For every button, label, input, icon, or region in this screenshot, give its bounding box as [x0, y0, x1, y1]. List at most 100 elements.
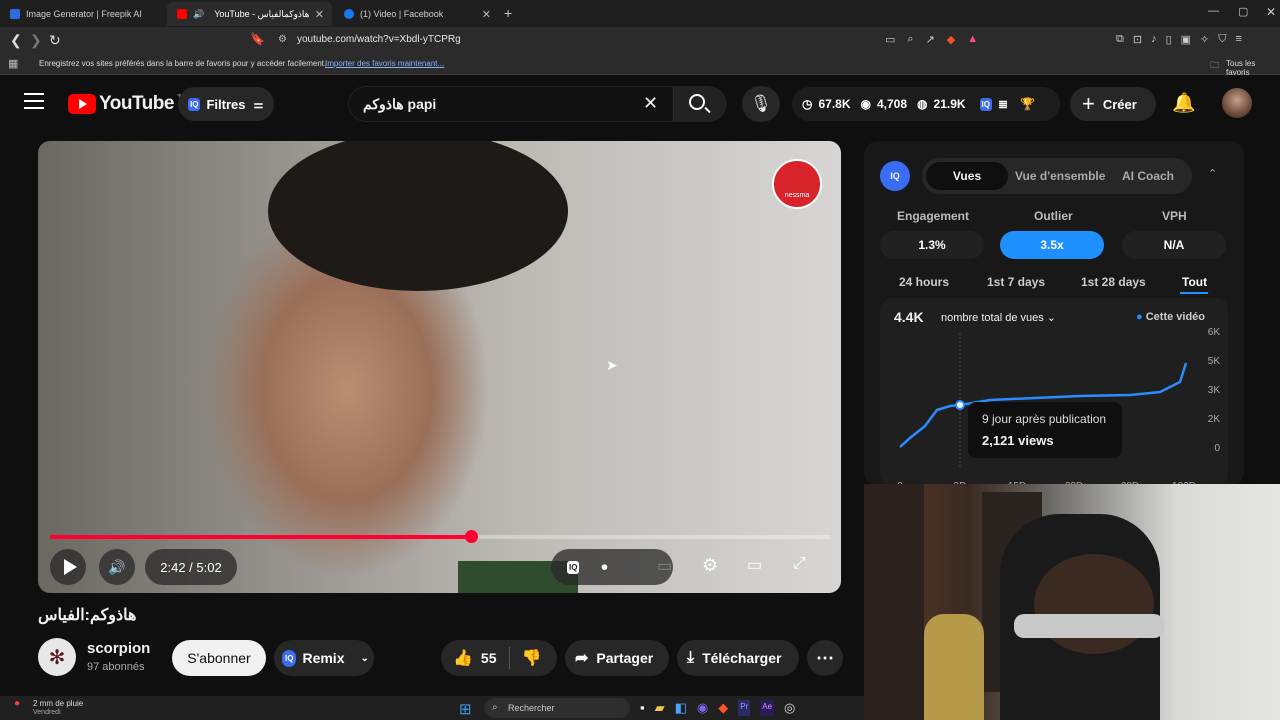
- taskbar-search[interactable]: ⌕ Rechercher: [484, 698, 630, 718]
- minimize-icon[interactable]: —: [1208, 5, 1219, 17]
- brave-shield-icon[interactable]: ◆: [947, 33, 955, 46]
- close-tab-icon[interactable]: ✕: [482, 8, 491, 21]
- iq-badge-icon[interactable]: IQ: [979, 97, 992, 111]
- forward-icon[interactable]: ❯: [30, 32, 42, 49]
- windows-taskbar: ● 2 mm de pluie Vendredi ⊞ ⌕ Rechercher …: [0, 696, 864, 720]
- bookmarks-bar: ▦ Enregistrez vos sites préférés dans la…: [0, 53, 1280, 77]
- youtube-favicon-icon: [177, 9, 187, 19]
- notifications-bell-icon[interactable]: 🔔: [1172, 91, 1196, 115]
- range-28d[interactable]: 1st 28 days: [1081, 275, 1146, 289]
- chart-tooltip: 9 jour après publication 2,121 views: [968, 402, 1122, 458]
- search-button[interactable]: [673, 87, 727, 121]
- range-7d[interactable]: 1st 7 days: [987, 275, 1045, 289]
- weather-text[interactable]: 2 mm de pluie: [33, 699, 83, 708]
- obs-icon[interactable]: ◎: [784, 700, 795, 716]
- iq-logo-icon: IQ: [880, 161, 910, 191]
- reload-icon[interactable]: ↻: [49, 32, 61, 49]
- new-tab-icon[interactable]: +: [504, 5, 512, 21]
- close-window-icon[interactable]: ✕: [1266, 5, 1276, 19]
- address-bar-row: ❮ ❯ ↻ 🔖 ⚙ youtube.com/watch?v=Xbdl-yTCPR…: [0, 27, 1280, 53]
- settings-gear-icon[interactable]: ⚙: [702, 555, 718, 576]
- tab-title: YouTube - هاذوكمالفياس: [214, 8, 310, 19]
- range-all[interactable]: Tout: [1182, 275, 1207, 289]
- tab-ai-coach[interactable]: AI Coach: [1122, 169, 1174, 183]
- leo-icon[interactable]: ✧: [1200, 33, 1209, 46]
- remix-button[interactable]: IQ Remix ⌄: [274, 640, 374, 676]
- file-explorer-icon[interactable]: ▰: [655, 700, 665, 716]
- voice-search-icon[interactable]: 🎙: [742, 86, 780, 122]
- apps-grid-icon[interactable]: ▦: [8, 57, 18, 70]
- screenshot-icon[interactable]: ⊡: [1133, 33, 1142, 46]
- collapse-chevron-icon[interactable]: ⌃: [1208, 167, 1217, 180]
- cast-icon[interactable]: ▭: [885, 33, 895, 46]
- autoplay-toggle-icon[interactable]: ⏺: [601, 560, 607, 575]
- avatar[interactable]: [1222, 88, 1252, 118]
- mouse-cursor-icon: ➤: [606, 357, 618, 373]
- vpn-icon[interactable]: ⛉: [1218, 33, 1226, 46]
- channel-avatar[interactable]: ✻: [38, 638, 76, 676]
- zoom-icon[interactable]: ⌕: [907, 33, 913, 46]
- more-dots-icon: ⋯: [816, 647, 834, 668]
- menu-icon[interactable]: ≡: [1236, 33, 1242, 46]
- dislike-icon[interactable]: 👎: [522, 648, 542, 668]
- stat-subscribers: 21.9K: [933, 97, 966, 111]
- share-arrow-icon: ➦: [575, 650, 589, 667]
- maximize-icon[interactable]: ▢: [1238, 5, 1248, 18]
- hamburger-menu-icon[interactable]: [24, 93, 44, 109]
- filters-label: Filtres: [206, 96, 246, 112]
- clear-search-icon[interactable]: ✕: [643, 93, 658, 114]
- site-info-icon[interactable]: ⚙: [278, 30, 287, 50]
- share-icon[interactable]: ↗: [926, 33, 935, 46]
- volume-button[interactable]: 🔊: [99, 549, 135, 585]
- list-icon[interactable]: ≣: [998, 97, 1008, 111]
- fullscreen-icon[interactable]: ⤢: [793, 555, 806, 573]
- search-icon: [689, 94, 705, 110]
- tab-freepik[interactable]: Image Generator | Freepik AI: [0, 2, 165, 26]
- close-tab-icon[interactable]: ✕: [315, 8, 324, 21]
- theater-mode-icon[interactable]: ▭: [747, 555, 762, 575]
- bookmark-icon[interactable]: 🔖: [250, 32, 265, 46]
- more-actions-button[interactable]: ⋯: [807, 640, 843, 676]
- back-icon[interactable]: ❮: [10, 32, 22, 49]
- bookmarks-message: Enregistrez vos sites préférés dans la b…: [39, 59, 327, 68]
- brave-rewards-icon[interactable]: ▲: [967, 33, 978, 46]
- wallet-icon[interactable]: ▣: [1181, 33, 1191, 46]
- import-bookmarks-link[interactable]: Importer des favoris maintenant...: [325, 59, 444, 68]
- create-button[interactable]: + Créer: [1070, 87, 1156, 121]
- all-bookmarks-link[interactable]: Tous les favoris: [1226, 59, 1280, 77]
- engagement-value: 1.3%: [880, 231, 984, 259]
- search-query: هاذوكم papi: [363, 96, 437, 112]
- iq-button[interactable]: IQ: [567, 560, 580, 574]
- subtitles-icon[interactable]: ▭: [657, 556, 672, 576]
- discord-icon[interactable]: ◉: [697, 700, 708, 716]
- subscribe-button[interactable]: S'abonner: [172, 640, 266, 676]
- task-view-icon[interactable]: ▪: [640, 700, 645, 716]
- filters-button[interactable]: IQ Filtres ⚌: [178, 87, 274, 121]
- download-button[interactable]: ⤓ Télécharger: [677, 640, 799, 676]
- trophy-icon[interactable]: 🏆: [1020, 97, 1035, 111]
- search-input[interactable]: هاذوكم papi ✕: [348, 86, 727, 122]
- video-player[interactable]: nessma ➤ 🔊 2:42 / 5:02 IQ ⏺ ▭ ⚙ ▭ ⤢: [38, 141, 841, 593]
- tab-vue-ensemble[interactable]: Vue d'ensemble: [1015, 169, 1105, 183]
- hover-point[interactable]: [955, 400, 965, 410]
- play-button[interactable]: [50, 549, 86, 585]
- tab-youtube[interactable]: 🔊 YouTube - هاذوكمالفياس ✕: [167, 2, 332, 26]
- share-button[interactable]: ➦ Partager: [565, 640, 669, 676]
- range-24h[interactable]: 24 hours: [899, 275, 949, 289]
- vph-label: VPH: [1162, 209, 1187, 223]
- after-effects-icon[interactable]: Ae: [760, 700, 775, 716]
- extensions-icon[interactable]: ⧉: [1116, 33, 1124, 46]
- tab-vues[interactable]: Vues: [926, 162, 1008, 190]
- like-icon[interactable]: 👍: [453, 648, 473, 668]
- tab-facebook[interactable]: (1) Video | Facebook ✕: [334, 2, 499, 26]
- brave-icon[interactable]: ◆: [718, 700, 728, 716]
- youtube-logo[interactable]: YouTube TN: [68, 93, 189, 115]
- y-tick-label: 3K: [1208, 385, 1221, 396]
- channel-name[interactable]: scorpion: [87, 640, 150, 657]
- progress-bar[interactable]: [50, 530, 830, 543]
- windows-start-icon[interactable]: ⊞: [459, 700, 472, 718]
- files-icon[interactable]: ◧: [675, 700, 687, 716]
- sidebar-icon[interactable]: ▯: [1166, 33, 1172, 46]
- media-icon[interactable]: ♪: [1151, 33, 1157, 46]
- premiere-icon[interactable]: Pr: [738, 700, 751, 716]
